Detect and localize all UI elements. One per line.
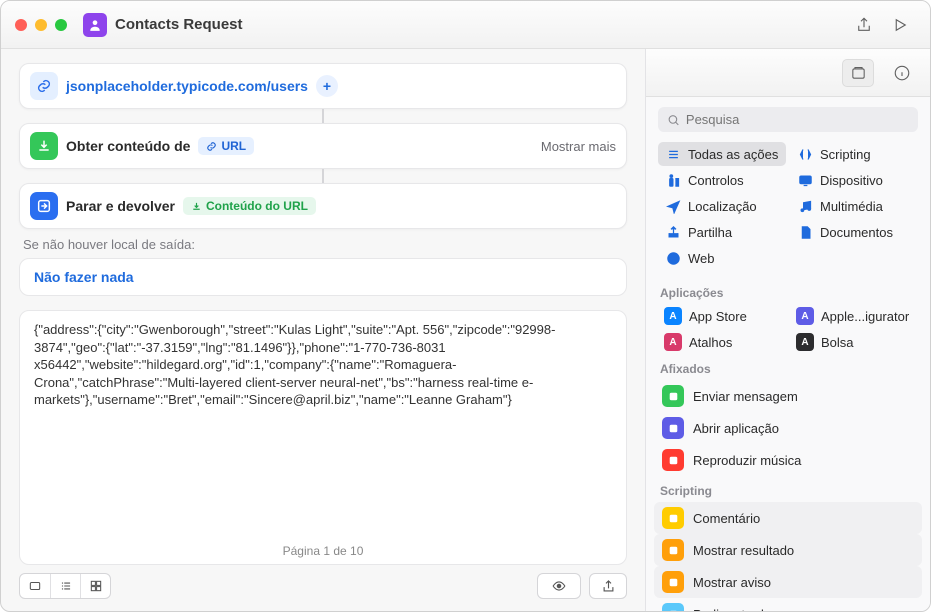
category-icon: [665, 198, 681, 214]
url-action[interactable]: jsonplaceholder.typicode.com/users +: [19, 63, 627, 109]
category-scripting[interactable]: Scripting: [790, 142, 918, 166]
action-pedir-entrada[interactable]: Pedir entrada: [654, 598, 922, 611]
window-title: Contacts Request: [115, 16, 243, 33]
apps-header: Aplicações: [646, 278, 930, 304]
action-icon: [662, 571, 684, 593]
action-icon: [662, 539, 684, 561]
search-input[interactable]: [686, 112, 909, 127]
category-documentos[interactable]: Documentos: [790, 220, 918, 244]
action-comentário[interactable]: Comentário: [654, 502, 922, 534]
action-icon: [662, 449, 684, 471]
editor-canvas: jsonplaceholder.typicode.com/users + Obt…: [1, 49, 645, 611]
output-preview: {"address":{"city":"Gwenborough","street…: [19, 310, 627, 565]
url-value[interactable]: jsonplaceholder.typicode.com/users: [66, 78, 308, 94]
page-indicator: Página 1 de 10: [20, 538, 626, 564]
app-icon: A: [796, 333, 814, 351]
category-icon: [797, 146, 813, 162]
pinned-header: Afixados: [646, 354, 930, 380]
scripting-header: Scripting: [646, 476, 930, 502]
output-text[interactable]: {"address":{"city":"Gwenborough","street…: [20, 311, 626, 538]
category-icon: [797, 224, 813, 240]
library-sidebar: Todas as açõesScriptingControlosDisposit…: [645, 49, 930, 611]
get-content-label: Obter conteúdo de: [66, 138, 190, 154]
action-mostrar-aviso[interactable]: Mostrar aviso: [654, 566, 922, 598]
app-icon: [83, 13, 107, 37]
stop-output-action[interactable]: Parar e devolver Conteúdo do URL: [19, 183, 627, 229]
connector: [19, 109, 627, 123]
run-button[interactable]: [884, 11, 916, 39]
category-multimédia[interactable]: Multimédia: [790, 194, 918, 218]
category-icon: [665, 250, 681, 266]
get-content-action[interactable]: Obter conteúdo de URL Mostrar mais: [19, 123, 627, 169]
share-button[interactable]: [848, 11, 880, 39]
download-icon: [30, 132, 58, 160]
category-icon: [797, 172, 813, 188]
category-todas-as-ações[interactable]: Todas as ações: [658, 142, 786, 166]
view-card-button[interactable]: [20, 574, 50, 598]
link-icon: [30, 72, 58, 100]
bottom-toolbar: [19, 565, 627, 599]
category-partilha[interactable]: Partilha: [658, 220, 786, 244]
category-controlos[interactable]: Controlos: [658, 168, 786, 192]
category-web[interactable]: Web: [658, 246, 786, 270]
app-apple-igurator[interactable]: AApple...igurator: [790, 304, 918, 328]
window-controls: [15, 19, 67, 31]
category-dispositivo[interactable]: Dispositivo: [790, 168, 918, 192]
action-icon: [662, 417, 684, 439]
category-icon: [797, 198, 813, 214]
search-field[interactable]: [658, 107, 918, 132]
app-atalhos[interactable]: AAtalhos: [658, 330, 786, 354]
info-button[interactable]: [886, 59, 918, 87]
app-app-store[interactable]: AApp Store: [658, 304, 786, 328]
no-exit-action[interactable]: Não fazer nada: [19, 258, 627, 296]
close-window-btn[interactable]: [15, 19, 27, 31]
action-icon: [662, 385, 684, 407]
action-icon: [662, 507, 684, 529]
app-bolsa[interactable]: ABolsa: [790, 330, 918, 354]
app-icon: A: [664, 333, 682, 351]
content-token[interactable]: Conteúdo do URL: [183, 197, 316, 215]
category-localização[interactable]: Localização: [658, 194, 786, 218]
stop-output-label: Parar e devolver: [66, 198, 175, 214]
search-icon: [667, 113, 680, 127]
action-reproduzir-música[interactable]: Reproduzir música: [654, 444, 922, 476]
action-enviar-mensagem[interactable]: Enviar mensagem: [654, 380, 922, 412]
zoom-window-btn[interactable]: [55, 19, 67, 31]
category-icon: [665, 224, 681, 240]
add-url-button[interactable]: +: [316, 75, 338, 97]
minimize-window-btn[interactable]: [35, 19, 47, 31]
connector: [19, 169, 627, 183]
show-more-link[interactable]: Mostrar mais: [541, 139, 616, 154]
action-icon: [662, 603, 684, 611]
url-token[interactable]: URL: [198, 137, 254, 155]
no-exit-value[interactable]: Não fazer nada: [34, 269, 134, 285]
view-list-button[interactable]: [50, 574, 80, 598]
share-output-button[interactable]: [590, 574, 626, 598]
category-icon: [665, 172, 681, 188]
app-icon: A: [796, 307, 814, 325]
quick-look-button[interactable]: [538, 574, 580, 598]
library-button[interactable]: [842, 59, 874, 87]
view-grid-button[interactable]: [80, 574, 110, 598]
app-icon: A: [664, 307, 682, 325]
output-icon: [30, 192, 58, 220]
no-exit-label: Se não houver local de saída:: [19, 229, 627, 258]
titlebar: Contacts Request: [1, 1, 930, 49]
action-abrir-aplicação[interactable]: Abrir aplicação: [654, 412, 922, 444]
action-mostrar-resultado[interactable]: Mostrar resultado: [654, 534, 922, 566]
category-icon: [665, 146, 681, 162]
